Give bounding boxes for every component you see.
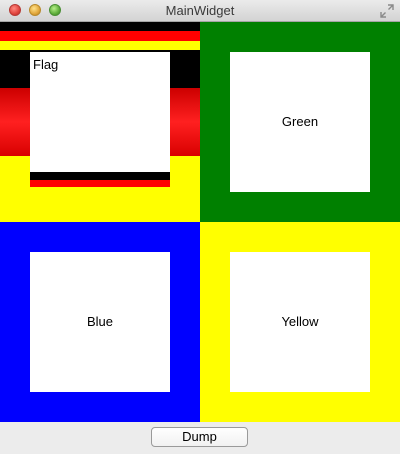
yellow-panel: Yellow xyxy=(200,222,400,422)
flag-card: Flag xyxy=(30,52,170,192)
blue-panel: Blue xyxy=(0,222,200,422)
green-card: Green xyxy=(230,52,370,192)
yellow-card: Yellow xyxy=(230,252,370,392)
green-panel: Green xyxy=(200,22,400,222)
button-bar: Dump xyxy=(0,422,400,454)
blue-card: Blue xyxy=(30,252,170,392)
flag-panel: Flag xyxy=(0,22,200,222)
mini-flag xyxy=(30,172,170,192)
window-title: MainWidget xyxy=(165,3,235,18)
fullscreen-icon[interactable] xyxy=(380,4,394,18)
dump-button[interactable]: Dump xyxy=(151,427,248,447)
green-label: Green xyxy=(281,114,319,129)
flag-label: Flag xyxy=(33,57,59,72)
title-bar: MainWidget xyxy=(0,0,400,22)
yellow-label: Yellow xyxy=(281,314,319,329)
blue-label: Blue xyxy=(86,314,114,329)
